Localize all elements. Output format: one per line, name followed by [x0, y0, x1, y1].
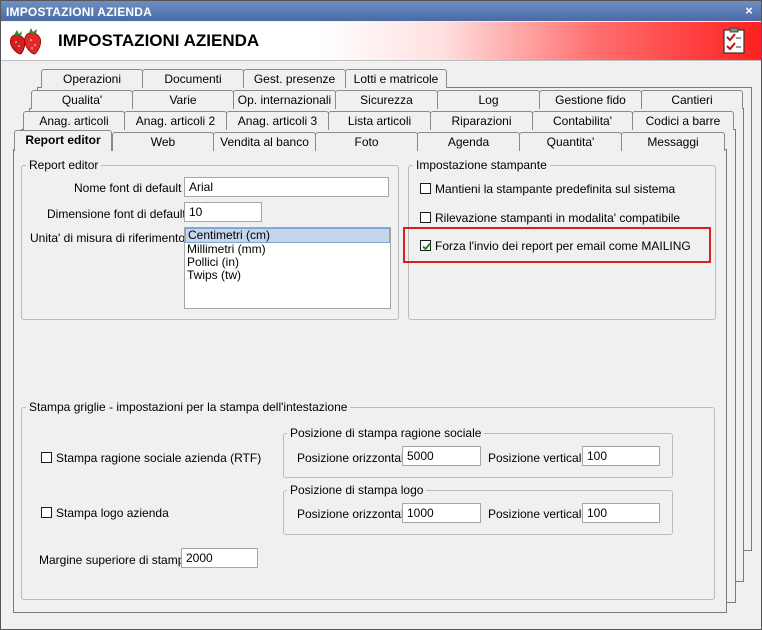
- top-margin-label: Margine superiore di stampa: [39, 553, 192, 567]
- print-grid-legend: Stampa griglie - impostazioni per la sta…: [26, 400, 351, 414]
- logo-position-legend: Posizione di stampa logo: [287, 483, 427, 497]
- tab-qualita[interactable]: Qualita': [31, 90, 133, 109]
- tab-foto[interactable]: Foto: [315, 132, 418, 151]
- print-company-name-checkbox[interactable]: [41, 452, 52, 463]
- print-logo-checkbox[interactable]: [41, 507, 52, 518]
- font-size-input[interactable]: [184, 202, 262, 222]
- font-label: Nome font di default :: [74, 181, 189, 195]
- printer-settings-legend: Impostazione stampante: [413, 158, 550, 172]
- unit-listbox[interactable]: Centimetri (cm) Millimetri (mm) Pollici …: [184, 227, 391, 309]
- company-name-v-label: Posizione verticale: [488, 451, 589, 465]
- keep-default-printer-checkbox[interactable]: [420, 183, 431, 194]
- print-company-name-label: Stampa ragione sociale azienda (RTF): [56, 451, 262, 465]
- unit-option-cm[interactable]: Centimetri (cm): [185, 228, 390, 243]
- company-name-h-input[interactable]: [402, 446, 481, 466]
- strawberry-icon: [9, 28, 42, 55]
- report-editor-legend: Report editor: [26, 158, 102, 172]
- tab-vendita-banco[interactable]: Vendita al banco: [213, 132, 316, 151]
- logo-h-input[interactable]: [402, 503, 481, 523]
- title-bar[interactable]: IMPOSTAZIONI AZIENDA ×: [1, 1, 761, 21]
- tab-cantieri[interactable]: Cantieri: [641, 90, 743, 109]
- tab-operazioni[interactable]: Operazioni: [41, 69, 143, 88]
- company-name-h-label: Posizione orizzontale: [297, 451, 411, 465]
- settings-window: IMPOSTAZIONI AZIENDA × IMPOSTAZIONI AZIE…: [0, 0, 762, 630]
- checklist-icon[interactable]: [721, 27, 747, 55]
- compatible-printer-detection-label: Rilevazione stampanti in modalita' compa…: [435, 211, 681, 225]
- highlight-box: [403, 227, 711, 263]
- compatible-printer-detection-checkbox[interactable]: [420, 212, 431, 223]
- keep-default-printer-label: Mantieni la stampante predefinita sul si…: [435, 182, 676, 196]
- tab-web[interactable]: Web: [112, 132, 214, 151]
- tab-messaggi[interactable]: Messaggi: [621, 132, 725, 151]
- company-name-v-input[interactable]: [582, 446, 660, 466]
- tab-sicurezza[interactable]: Sicurezza: [335, 90, 438, 109]
- tab-lotti-matricole[interactable]: Lotti e matricole: [345, 69, 447, 88]
- close-button[interactable]: ×: [742, 4, 756, 18]
- company-name-position-legend: Posizione di stampa ragione sociale: [287, 426, 485, 440]
- tab-varie[interactable]: Varie: [132, 90, 234, 109]
- unit-label: Unita' di misura di riferimento :: [30, 231, 192, 245]
- logo-v-label: Posizione verticale: [488, 507, 589, 521]
- tab-op-internazionali[interactable]: Op. internazionali: [233, 90, 336, 109]
- tab-documenti[interactable]: Documenti: [142, 69, 244, 88]
- logo-h-label: Posizione orizzontale: [297, 507, 411, 521]
- tab-agenda[interactable]: Agenda: [417, 132, 520, 151]
- font-size-label: Dimensione font di default :: [47, 207, 193, 221]
- top-margin-input[interactable]: [181, 548, 258, 568]
- tab-riparazioni[interactable]: Riparazioni: [430, 111, 533, 130]
- tab-anag-articoli[interactable]: Anag. articoli: [23, 111, 125, 130]
- tab-anag-articoli-2[interactable]: Anag. articoli 2: [124, 111, 227, 130]
- window-title: IMPOSTAZIONI AZIENDA: [6, 5, 152, 19]
- header-band: IMPOSTAZIONI AZIENDA: [1, 22, 761, 61]
- tab-lista-articoli[interactable]: Lista articoli: [328, 111, 431, 130]
- header-title: IMPOSTAZIONI AZIENDA: [58, 31, 260, 50]
- tab-contabilita[interactable]: Contabilita': [532, 111, 633, 130]
- tab-anag-articoli-3[interactable]: Anag. articoli 3: [226, 111, 329, 130]
- font-input[interactable]: [184, 177, 389, 197]
- tab-quantita[interactable]: Quantita': [519, 132, 622, 151]
- tab-gestione-fido[interactable]: Gestione fido: [539, 90, 642, 109]
- print-logo-label: Stampa logo azienda: [56, 506, 169, 520]
- unit-option-tw[interactable]: Twips (tw): [185, 269, 390, 282]
- tab-report-editor[interactable]: Report editor: [14, 130, 112, 151]
- logo-v-input[interactable]: [582, 503, 660, 523]
- tab-log[interactable]: Log: [437, 90, 540, 109]
- tab-codici-barre[interactable]: Codici a barre: [632, 111, 734, 130]
- tab-gest-presenze[interactable]: Gest. presenze: [243, 69, 346, 88]
